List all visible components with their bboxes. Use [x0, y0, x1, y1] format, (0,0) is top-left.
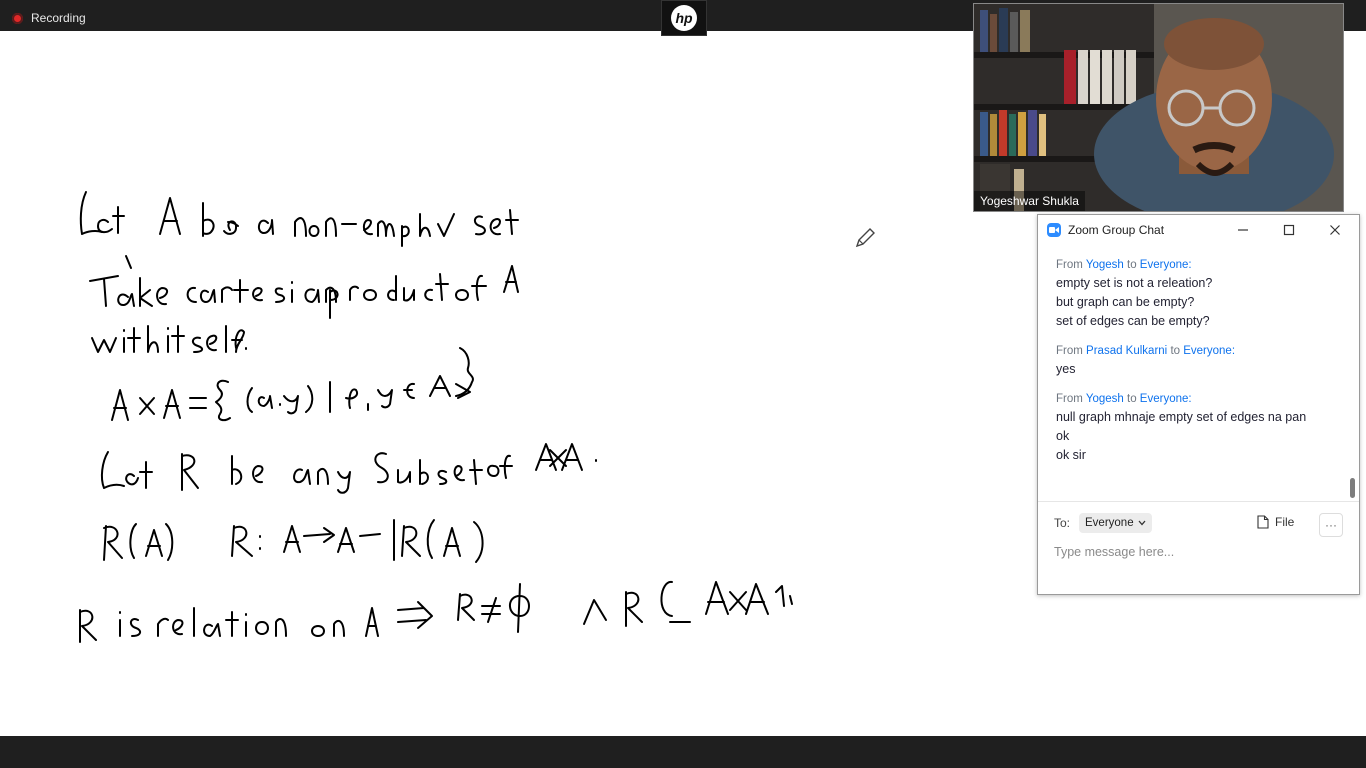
- chevron-down-icon: [1138, 520, 1146, 526]
- message-line: empty set is not a releation?: [1056, 276, 1213, 290]
- chat-window: Zoom Group Chat From Yogesh to Everyone:…: [1037, 214, 1360, 595]
- message-line: set of edges can be empty?: [1056, 314, 1210, 328]
- chat-title: Zoom Group Chat: [1068, 223, 1165, 237]
- message-meta: From Yogesh to Everyone:: [1056, 259, 1192, 271]
- maximize-icon: [1283, 224, 1295, 236]
- sender-name[interactable]: Prasad Kulkarni: [1086, 345, 1167, 357]
- to-label: To:: [1054, 516, 1071, 530]
- message-line: ok sir: [1056, 448, 1086, 462]
- message-line: yes: [1056, 362, 1076, 376]
- sender-name[interactable]: Yogesh: [1086, 259, 1124, 271]
- message-group: From Yogesh to Everyone: null graph mhna…: [1056, 391, 1336, 465]
- recipient-select[interactable]: Everyone: [1079, 513, 1152, 533]
- close-icon: [1330, 225, 1340, 235]
- message-list: From Yogesh to Everyone: empty set is no…: [1056, 257, 1336, 477]
- recipient-name[interactable]: Everyone:: [1183, 345, 1235, 357]
- message-group: From Prasad Kulkarni to Everyone: yes: [1056, 343, 1336, 379]
- recipient-value: Everyone: [1085, 517, 1134, 529]
- maximize-button[interactable]: [1280, 221, 1298, 239]
- record-icon: [12, 12, 23, 24]
- participant-video[interactable]: Yogeshwar Shukla: [973, 3, 1344, 212]
- recipient-name[interactable]: Everyone:: [1140, 259, 1192, 271]
- message-meta: From Prasad Kulkarni to Everyone:: [1056, 345, 1236, 357]
- recipient-name[interactable]: Everyone:: [1140, 393, 1192, 405]
- participant-name: Yogeshwar Shukla: [974, 191, 1085, 211]
- chat-scrollbar-thumb[interactable]: [1350, 478, 1355, 498]
- recording-label: Recording: [31, 11, 86, 25]
- message-line: null graph mhnaje empty set of edges na …: [1056, 410, 1307, 424]
- message-group: From Yogesh to Everyone: empty set is no…: [1056, 257, 1336, 331]
- chat-title-bar[interactable]: Zoom Group Chat: [1038, 215, 1359, 245]
- file-label: File: [1275, 515, 1295, 529]
- message-input[interactable]: [1054, 542, 1344, 562]
- pencil-cursor-icon: [855, 228, 875, 248]
- video-frame: [974, 4, 1343, 211]
- divider: [1038, 501, 1359, 502]
- zoom-logo-icon: [1047, 223, 1061, 237]
- more-options-button[interactable]: ···: [1319, 513, 1343, 537]
- message-meta: From Yogesh to Everyone:: [1056, 393, 1192, 405]
- chat-scrollbar[interactable]: [1350, 245, 1356, 500]
- more-icon: ···: [1325, 518, 1337, 532]
- message-line: ok: [1056, 429, 1070, 443]
- recording-indicator[interactable]: Recording: [12, 11, 86, 25]
- minimize-icon: [1238, 229, 1248, 231]
- close-button[interactable]: [1326, 221, 1344, 239]
- svg-text:hp: hp: [675, 10, 693, 26]
- minimize-button[interactable]: [1234, 221, 1252, 239]
- message-line: but graph can be empty?: [1056, 295, 1195, 309]
- bottom-bar: [0, 736, 1366, 768]
- file-icon: [1257, 515, 1269, 529]
- recipient-row: To: Everyone: [1054, 513, 1152, 533]
- sender-name[interactable]: Yogesh: [1086, 393, 1124, 405]
- file-button[interactable]: File: [1257, 515, 1294, 529]
